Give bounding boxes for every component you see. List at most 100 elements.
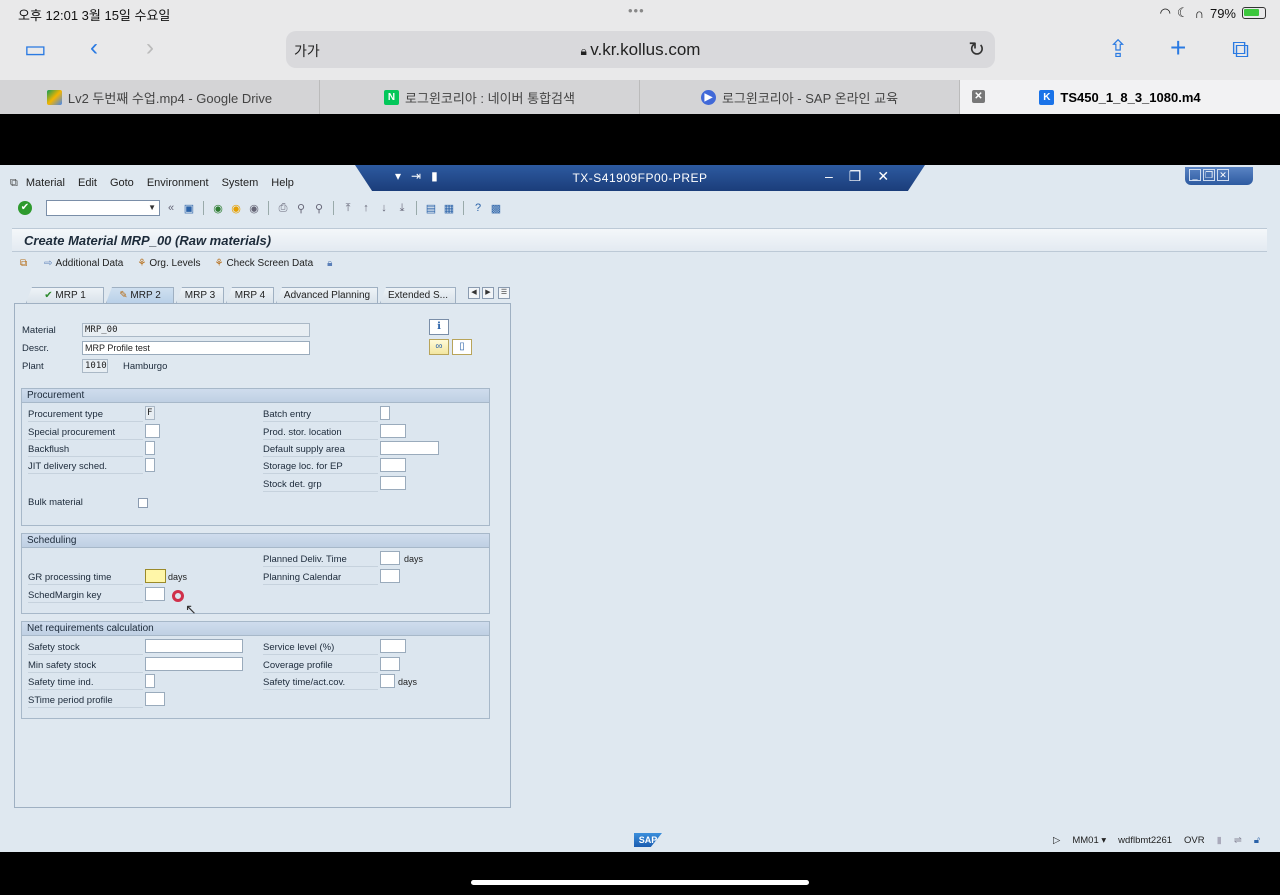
bulk-material-checkbox[interactable] xyxy=(138,498,148,508)
forward-icon[interactable]: › xyxy=(146,36,154,60)
menu-help[interactable]: Help xyxy=(271,177,294,190)
find-next-icon[interactable]: ⚲ xyxy=(312,202,326,215)
prev-page-icon[interactable]: ↑ xyxy=(359,202,373,214)
label-underline xyxy=(263,421,378,422)
stime-period-profile-field[interactable] xyxy=(145,692,165,706)
menu-edit[interactable]: Edit xyxy=(78,177,97,190)
back-icon[interactable]: ‹ xyxy=(90,36,98,60)
label-underline xyxy=(28,421,143,422)
print-icon[interactable]: ⎙ xyxy=(276,202,290,215)
procurement-type-field[interactable]: F xyxy=(145,406,155,420)
tab-extended[interactable]: Extended S... xyxy=(380,287,456,303)
server-name: wdflbmt2261 xyxy=(1118,835,1173,846)
menu-system[interactable]: System xyxy=(222,177,259,190)
glasses-icon[interactable]: ∞ xyxy=(429,339,449,355)
safety-time-act-cov-field[interactable] xyxy=(380,674,395,688)
unlock-icon[interactable]: 🔓︎ xyxy=(1254,835,1260,846)
backflush-field[interactable] xyxy=(145,441,155,455)
jit-field[interactable] xyxy=(145,458,155,472)
new-tab-icon[interactable]: + xyxy=(1170,34,1186,62)
lock-button[interactable]: 🔒︎ xyxy=(327,258,335,269)
stock-det-grp-field[interactable] xyxy=(380,476,406,490)
tab-mrp4[interactable]: MRP 4 xyxy=(226,287,274,303)
new-session-icon[interactable]: ▤ xyxy=(424,202,438,215)
sched-margin-key-field[interactable] xyxy=(145,587,165,601)
last-page-icon[interactable]: ⤓ xyxy=(395,202,409,215)
prod-stor-location-field[interactable] xyxy=(380,424,406,438)
service-level-field[interactable] xyxy=(380,639,406,653)
check-screen-data-button[interactable]: ⚘ Check Screen Data xyxy=(214,258,313,269)
first-page-icon[interactable]: ⤒ xyxy=(341,202,355,215)
find-icon[interactable]: ⚲ xyxy=(294,202,308,215)
tab-scroll-right-icon[interactable]: ▶ xyxy=(482,287,494,299)
browser-tab-1[interactable]: Lv2 두번째 수업.mp4 - Google Drive xyxy=(0,80,320,114)
tabs-overview-icon[interactable]: ⧉ xyxy=(1232,38,1249,62)
multitask-dots[interactable]: ••• xyxy=(628,3,645,18)
insert-mode[interactable]: OVR xyxy=(1184,835,1205,846)
menu-material[interactable]: Material xyxy=(26,177,65,190)
close-tab-icon[interactable]: ✕ xyxy=(972,90,985,103)
next-page-icon[interactable]: ↓ xyxy=(377,202,391,214)
tab-list-icon[interactable]: ☰ xyxy=(498,287,510,299)
menu-environment[interactable]: Environment xyxy=(147,177,209,190)
menu-icon[interactable]: ⧉ xyxy=(10,177,18,190)
tab-scroll-left-icon[interactable]: ◀ xyxy=(468,287,480,299)
tab-mrp2[interactable]: ✎ MRP 2 xyxy=(106,287,174,303)
share-icon[interactable]: ⇪ xyxy=(1108,38,1128,62)
google-drive-icon xyxy=(46,89,62,105)
tab-mrp3[interactable]: MRP 3 xyxy=(176,287,224,303)
collapse-icon[interactable]: « xyxy=(164,202,178,214)
help-icon[interactable]: ? xyxy=(471,202,485,214)
label-underline xyxy=(263,456,378,457)
browser-tab-4[interactable]: ✕ K TS450_1_8_3_1080.m4 xyxy=(960,80,1280,114)
default-supply-area-field[interactable] xyxy=(380,441,439,455)
safety-stock-field[interactable] xyxy=(145,639,243,653)
layout-menu-icon[interactable]: ▩ xyxy=(489,202,503,215)
exit-icon[interactable]: ◉ xyxy=(229,202,243,215)
reload-icon[interactable]: ↻ xyxy=(968,37,985,62)
select-views-button[interactable]: ⧉ xyxy=(20,258,30,269)
outer-restore-icon[interactable]: ❐ xyxy=(1203,169,1215,181)
document-icon[interactable]: ▯ xyxy=(452,339,472,355)
gr-processing-time-field[interactable] xyxy=(145,569,166,583)
address-bar[interactable]: 가가 🔒︎ v.kr.kollus.com ↻ xyxy=(286,31,995,68)
home-indicator[interactable] xyxy=(471,880,809,885)
tab-mrp1[interactable]: ✔ MRP 1 xyxy=(26,287,104,303)
cancel-icon[interactable]: ◉ xyxy=(247,202,261,215)
transaction-code[interactable]: MM01 ▾ xyxy=(1072,835,1106,846)
back-icon[interactable]: ◉ xyxy=(211,202,225,215)
browser-tab-2[interactable]: N 로그윈코리아 : 네이버 통합검색 xyxy=(320,80,640,114)
safety-time-ind-field[interactable] xyxy=(145,674,155,688)
coverage-profile-field[interactable] xyxy=(380,657,400,671)
storage-loc-ep-field[interactable] xyxy=(380,458,406,472)
save-icon[interactable]: ▣ xyxy=(182,202,196,215)
descr-field[interactable]: MRP Profile test xyxy=(82,341,310,355)
plant-field[interactable]: 1010 xyxy=(82,359,108,373)
close-icon[interactable]: ✕ xyxy=(877,168,889,185)
status-expand-icon[interactable]: ▷ xyxy=(1053,835,1060,846)
shortcut-icon[interactable]: ▦ xyxy=(442,202,456,215)
info-icon[interactable]: ℹ xyxy=(429,319,449,335)
special-procurement-field[interactable] xyxy=(145,424,160,438)
enter-check-icon[interactable]: ✔ xyxy=(18,201,32,215)
label-underline xyxy=(263,566,378,567)
material-field[interactable]: MRP_00 xyxy=(82,323,310,337)
minimize-icon[interactable]: – xyxy=(825,168,833,185)
outer-close-icon[interactable]: ✕ xyxy=(1217,169,1229,181)
dropdown-arrow-icon[interactable]: ▼ xyxy=(148,203,156,212)
org-levels-button[interactable]: ⚘ Org. Levels xyxy=(137,258,200,269)
batch-entry-field[interactable] xyxy=(380,406,390,420)
planned-deliv-time-field[interactable] xyxy=(380,551,400,565)
tab-advanced-planning[interactable]: Advanced Planning xyxy=(276,287,378,303)
sched-margin-key-label: SchedMargin key xyxy=(28,590,102,601)
menu-goto[interactable]: Goto xyxy=(110,177,134,190)
gr-processing-time-label: GR processing time xyxy=(28,572,112,583)
command-field[interactable]: ▼ xyxy=(46,200,160,216)
additional-data-button[interactable]: ⇨ Additional Data xyxy=(44,258,123,269)
outer-minimize-icon[interactable]: _ xyxy=(1189,169,1201,181)
planning-calendar-field[interactable] xyxy=(380,569,400,583)
browser-tab-3[interactable]: ▶ 로그윈코리아 - SAP 온라인 교육 xyxy=(640,80,960,114)
sidebar-icon[interactable]: ▭ xyxy=(24,38,47,62)
restore-icon[interactable]: ❐ xyxy=(849,168,862,185)
min-safety-stock-field[interactable] xyxy=(145,657,243,671)
